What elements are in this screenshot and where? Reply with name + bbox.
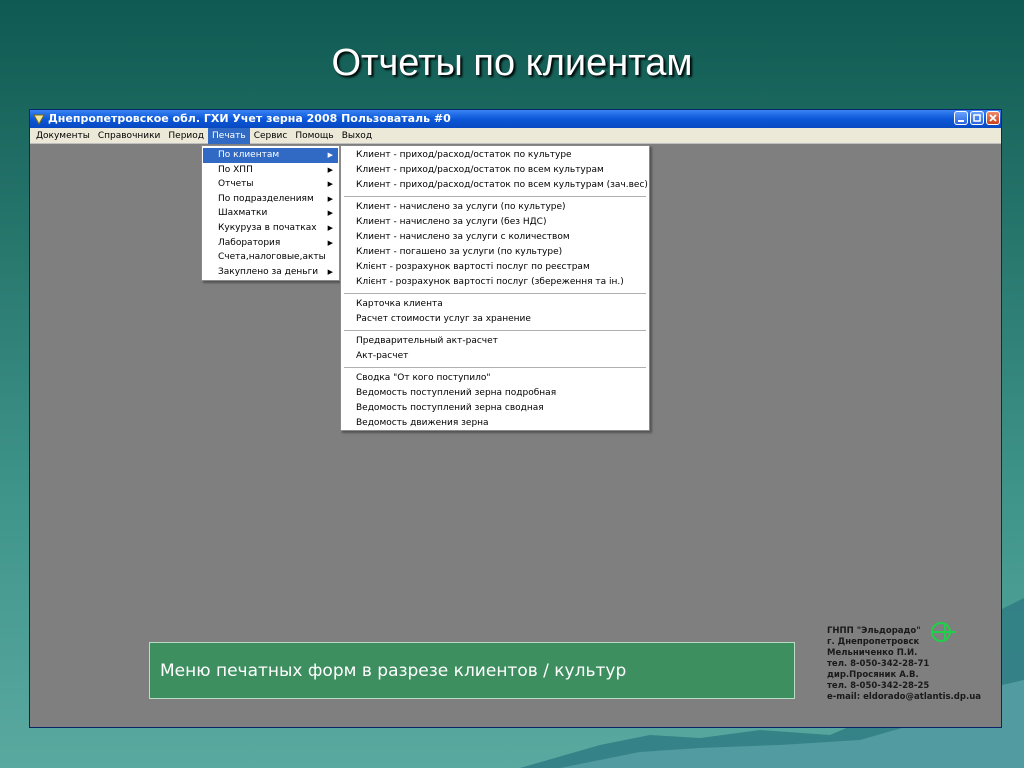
menu-item-label: Кукуруза в початках xyxy=(218,222,317,233)
menu-item-label: Счета,налоговые,акты xyxy=(218,252,326,263)
menu-exit[interactable]: Выход xyxy=(338,128,376,144)
credit-line: тел. 8-050-342-28-25 xyxy=(827,681,930,691)
print-menu-item-reports[interactable]: Отчеты ▶ xyxy=(203,177,338,192)
menu-item-label: Закуплено за деньги xyxy=(218,266,319,277)
print-menu-item-chess[interactable]: Шахматки ▶ xyxy=(203,206,338,221)
credit-line: г. Днепропетровск xyxy=(827,637,920,647)
maximize-icon[interactable] xyxy=(970,111,984,125)
credit-email: e-mail: eldorado@atlantis.dp.ua xyxy=(827,692,981,702)
menu-documents[interactable]: Документы xyxy=(32,128,94,144)
menu-item-label: Лаборатория xyxy=(218,237,281,248)
credit-line: тел. 8-050-342-28-71 xyxy=(827,659,930,669)
print-menu-item-corn[interactable]: Кукуруза в початках ▶ xyxy=(203,221,338,236)
slide-title: Отчеты по клиентам xyxy=(331,42,693,84)
menu-item-label: По клиентам xyxy=(218,150,280,160)
submenu-arrow-icon: ▶ xyxy=(327,180,333,189)
submenu-arrow-icon: ▶ xyxy=(327,194,333,203)
close-icon[interactable] xyxy=(986,111,1000,125)
menu-references[interactable]: Справочники xyxy=(94,128,165,144)
print-menu-item-invoices[interactable]: Счета,налоговые,акты xyxy=(203,250,338,265)
submenu-item[interactable]: Клиент - погашено за услуги (по культуре… xyxy=(342,245,648,260)
menu-separator xyxy=(344,367,646,368)
credit-line: Мельниченко П.И. xyxy=(827,648,918,658)
submenu-arrow-icon: ▶ xyxy=(327,238,333,247)
submenu-arrow-icon: ▶ xyxy=(327,223,333,232)
submenu-item[interactable]: Клиент - приход/расход/остаток по культу… xyxy=(342,148,648,163)
menu-separator xyxy=(344,330,646,331)
submenu-item[interactable]: Клієнт - розрахунок вартості послуг по р… xyxy=(342,260,648,275)
credit-line: дир.Просяник А.В. xyxy=(827,670,919,680)
print-menu: По клиентам ▶ По ХПП ▶ Отчеты ▶ По подра… xyxy=(201,145,340,281)
menubar: Документы Справочники Период Печать Серв… xyxy=(30,127,1001,144)
submenu-item[interactable]: Ведомость поступлений зерна сводная xyxy=(342,401,648,416)
grain-app-icon xyxy=(33,114,45,125)
print-menu-item-by-hpp[interactable]: По ХПП ▶ xyxy=(203,163,338,178)
submenu-arrow-icon: ▶ xyxy=(327,267,333,276)
window-titlebar[interactable]: Днепропетровское обл. ГХИ Учет зерна 200… xyxy=(30,110,1001,128)
print-menu-item-purchased[interactable]: Закуплено за деньги ▶ xyxy=(203,265,338,280)
menu-service[interactable]: Сервис xyxy=(250,128,292,144)
submenu-item[interactable]: Клієнт - розрахунок вартості послуг (збе… xyxy=(342,275,648,290)
menu-separator xyxy=(344,196,646,197)
submenu-item[interactable]: Клиент - начислено за услуги (без НДС) xyxy=(342,215,648,230)
submenu-item[interactable]: Предварительный акт-расчет xyxy=(342,334,648,349)
submenu-item[interactable]: Клиент - приход/расход/остаток по всем к… xyxy=(342,163,648,178)
menu-item-label: Отчеты xyxy=(218,179,254,190)
menu-period[interactable]: Период xyxy=(164,128,208,144)
print-menu-item-by-clients[interactable]: По клиентам ▶ xyxy=(203,148,338,163)
submenu-item[interactable]: Ведомость поступлений зерна подробная xyxy=(342,386,648,401)
slide-caption: Меню печатных форм в разрезе клиентов / … xyxy=(149,642,795,699)
submenu-item[interactable]: Клиент - начислено за услуги с количеств… xyxy=(342,230,648,245)
window-title: Днепропетровское обл. ГХИ Учет зерна 200… xyxy=(48,112,451,125)
minimize-icon[interactable] xyxy=(954,111,968,125)
print-menu-item-by-divisions[interactable]: По подразделениям ▶ xyxy=(203,192,338,207)
submenu-item[interactable]: Сводка "От кого поступило" xyxy=(342,371,648,386)
credit-line: ГНПП "Эльдорадо" xyxy=(827,626,921,636)
submenu-item[interactable]: Ведомость движения зерна xyxy=(342,416,648,431)
submenu-arrow-icon: ▶ xyxy=(327,209,333,218)
menu-help[interactable]: Помощь xyxy=(291,128,337,144)
submenu-item[interactable]: Акт-расчет xyxy=(342,349,648,364)
menu-item-label: Шахматки xyxy=(218,208,268,219)
submenu-arrow-icon: ▶ xyxy=(327,151,333,159)
submenu-item[interactable]: Карточка клиента xyxy=(342,297,648,312)
submenu-item[interactable]: Клиент - приход/расход/остаток по всем к… xyxy=(342,178,648,193)
submenu-arrow-icon: ▶ xyxy=(327,165,333,174)
menu-separator xyxy=(344,293,646,294)
menu-print[interactable]: Печать xyxy=(208,127,250,144)
submenu-item[interactable]: Клиент - начислено за услуги (по культур… xyxy=(342,200,648,215)
client-submenu: Клиент - приход/расход/остаток по культу… xyxy=(340,145,650,431)
menu-item-label: По ХПП xyxy=(218,164,253,175)
developer-credits: ГНПП "Эльдорадо" г. Днепропетровск Мельн… xyxy=(827,626,997,703)
submenu-item[interactable]: Расчет стоимости услуг за хранение xyxy=(342,312,648,327)
print-menu-item-laboratory[interactable]: Лаборатория ▶ xyxy=(203,236,338,251)
menu-item-label: По подразделениям xyxy=(218,193,314,204)
